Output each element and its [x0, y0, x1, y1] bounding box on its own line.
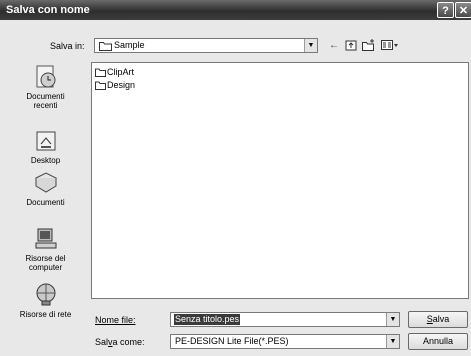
save-as-type-label: Salva come:	[95, 337, 145, 347]
folder-name: Design	[107, 80, 136, 90]
save-as-type-label-post: a come:	[112, 337, 145, 347]
save-as-type-combo[interactable]: PE-DESIGN Lite File(*.PES) ▼	[170, 334, 400, 349]
places-bar: Documenti recenti Desktop Documenti Riso…	[3, 60, 88, 319]
desktop-icon	[36, 131, 55, 151]
place-my-documents[interactable]: Documenti	[3, 170, 88, 207]
folder-icon	[95, 81, 106, 90]
title-bar[interactable]: Salva con nome ? ✕	[0, 0, 471, 20]
save-button-label: alva	[432, 314, 450, 324]
place-label: Risorse del	[25, 254, 66, 263]
file-list[interactable]: ClipArt Design	[91, 62, 469, 299]
network-places-icon	[36, 283, 55, 306]
recent-documents-icon	[36, 65, 55, 88]
place-label: Documenti	[26, 92, 65, 101]
up-folder-icon[interactable]	[345, 39, 357, 52]
back-icon[interactable]: ←	[329, 39, 339, 52]
file-name-input[interactable]: Senza titolo.pes ▼	[170, 312, 400, 327]
file-name-value: Senza titolo.pes	[174, 314, 241, 325]
chevron-down-icon[interactable]: ▼	[386, 335, 399, 348]
save-as-type-label-pre: Sal	[95, 337, 109, 347]
view-menu-icon[interactable]	[381, 39, 399, 52]
place-my-computer[interactable]: Risorse del computer	[3, 226, 88, 272]
save-in-label: Salva in:	[50, 41, 85, 51]
folder-icon	[95, 68, 106, 77]
file-name-label: Nome file:	[95, 315, 136, 325]
chevron-down-icon[interactable]: ▼	[386, 313, 399, 326]
folder-icon	[99, 42, 112, 51]
place-label: Desktop	[30, 156, 61, 165]
cancel-button[interactable]: Annulla	[408, 333, 468, 350]
save-button[interactable]: Salva	[408, 311, 468, 328]
new-folder-icon[interactable]	[362, 39, 376, 52]
save-in-combo[interactable]: Sample ▼	[94, 38, 318, 53]
save-in-value: Sample	[114, 40, 145, 50]
place-recent-documents[interactable]: Documenti recenti	[3, 64, 88, 110]
place-label-2: computer	[28, 263, 63, 272]
place-label-2: recenti	[33, 101, 58, 110]
chevron-down-icon[interactable]: ▼	[304, 39, 317, 52]
place-label: Risorse di rete	[19, 310, 72, 319]
save-as-dialog: Salva con nome ? ✕ Salva in: Sample ▼ ←	[0, 0, 471, 356]
place-desktop[interactable]: Desktop	[3, 130, 88, 165]
close-button[interactable]: ✕	[455, 2, 471, 18]
save-as-type-value: PE-DESIGN Lite File(*.PES)	[175, 336, 289, 346]
my-computer-icon	[35, 228, 56, 249]
my-documents-icon	[34, 172, 57, 193]
place-network[interactable]: Risorse di rete	[3, 282, 88, 319]
folder-name: ClipArt	[107, 67, 135, 77]
help-button[interactable]: ?	[437, 2, 454, 18]
dialog-title: Salva con nome	[6, 4, 90, 16]
place-label: Documenti	[26, 198, 65, 207]
